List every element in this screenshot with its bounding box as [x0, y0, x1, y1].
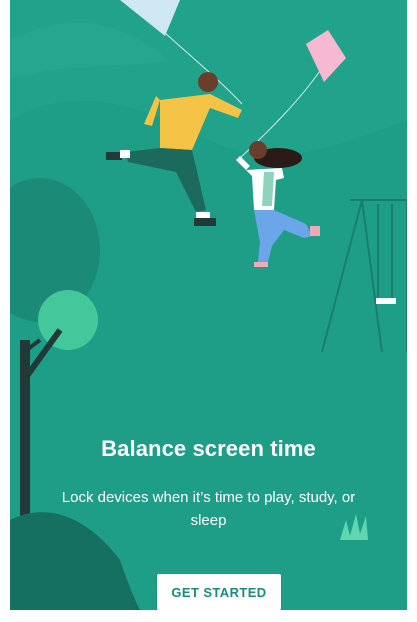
swing-seat: [376, 298, 396, 304]
swing-set-icon: [321, 199, 407, 353]
page-description: Lock devices when it’s time to play, stu…: [61, 489, 356, 529]
tree-foliage: [38, 290, 98, 350]
tree-trunk: [20, 340, 30, 520]
screenshot-frame: Balance screen time Lock devices when it…: [0, 0, 417, 622]
page-title: Balance screen time: [101, 436, 316, 461]
girl-figure-icon: [236, 141, 320, 267]
onboarding-screen: Balance screen time Lock devices when it…: [10, 0, 407, 610]
get-started-button[interactable]: GET STARTED: [157, 574, 281, 610]
